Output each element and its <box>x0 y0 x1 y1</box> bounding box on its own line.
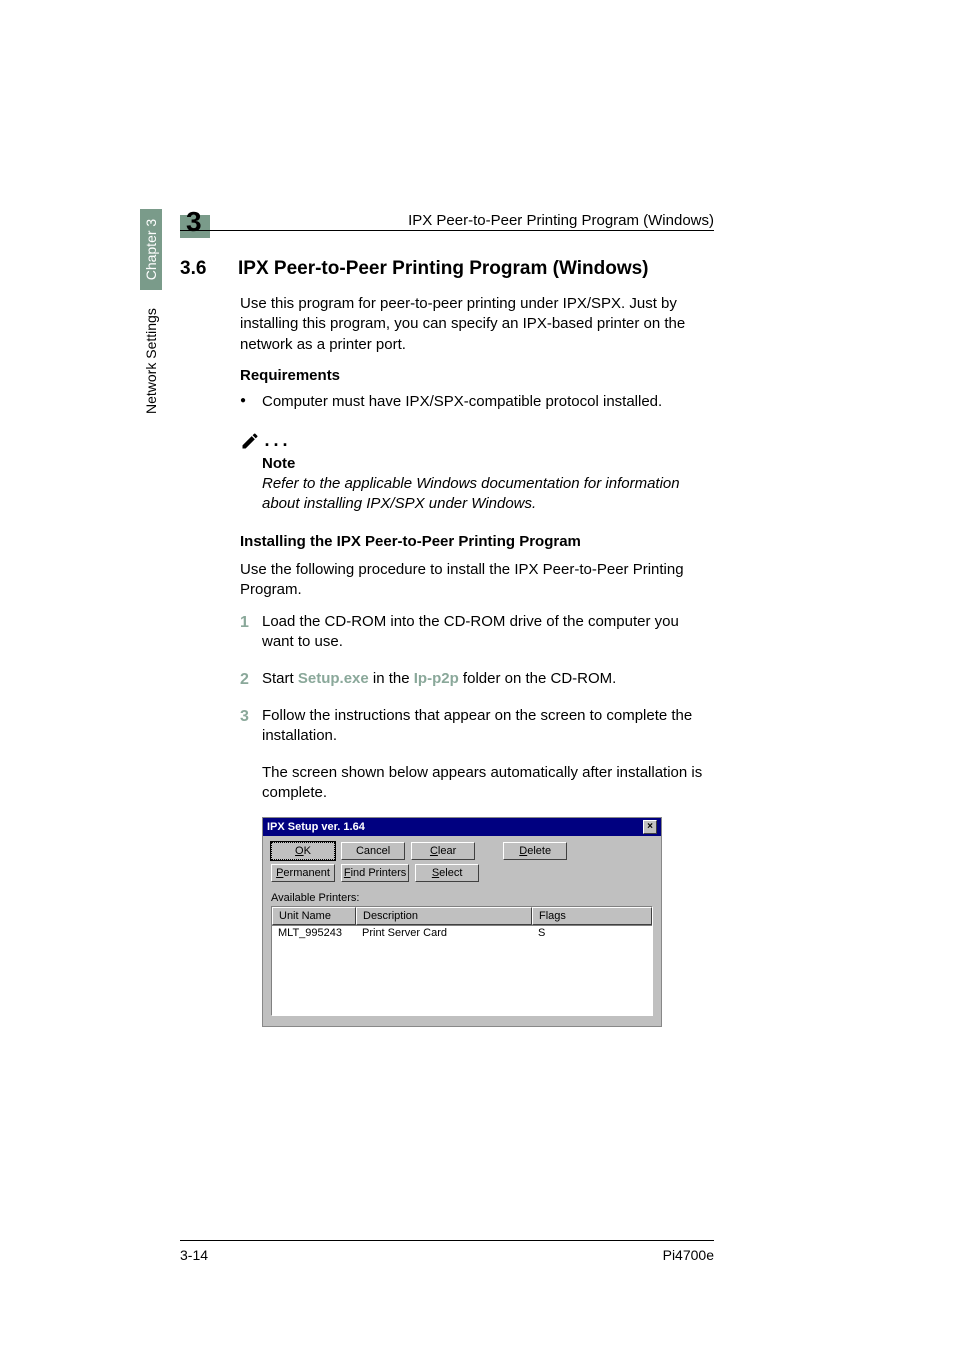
col-unit-name[interactable]: Unit Name <box>272 907 356 925</box>
step-2: 2 Start Setup.exe in the Ip-p2p folder o… <box>240 669 714 691</box>
cancel-button[interactable]: Cancel <box>341 842 405 860</box>
product-name: Pi4700e <box>663 1247 714 1263</box>
step-1: 1 Load the CD-ROM into the CD-ROM drive … <box>240 612 714 653</box>
step-number: 3 <box>240 706 262 747</box>
col-description[interactable]: Description <box>356 907 532 925</box>
section-number: 3.6 <box>180 258 238 280</box>
step-text: Follow the instructions that appear on t… <box>262 706 714 747</box>
note-dots: ... <box>264 430 291 450</box>
footer-rule <box>180 1240 714 1241</box>
install-heading: Installing the IPX Peer-to-Peer Printing… <box>240 533 714 550</box>
dialog-screenshot: IPX Setup ver. 1.64 × OK Cancel Clear De… <box>262 817 662 1027</box>
listview-header: Unit Name Description Flags <box>272 907 652 926</box>
step-followup: The screen shown below appears automatic… <box>262 763 714 804</box>
dialog-titlebar: IPX Setup ver. 1.64 × <box>263 818 661 836</box>
list-item[interactable]: MLT_995243 Print Server Card S <box>272 926 652 940</box>
step-3: 3 Follow the instructions that appear on… <box>240 706 714 747</box>
select-button[interactable]: Select <box>415 864 479 882</box>
step-text-frag: folder on the CD-ROM. <box>459 670 617 687</box>
intro-paragraph: Use this program for peer-to-peer printi… <box>240 294 714 355</box>
step-number: 1 <box>240 612 262 653</box>
permanent-button[interactable]: Permanent <box>271 864 335 882</box>
requirements-heading: Requirements <box>240 367 714 384</box>
available-printers-label: Available Printers: <box>271 892 653 904</box>
note-block: ... Note Refer to the applicable Windows… <box>240 430 714 515</box>
keyword-setupexe: Setup.exe <box>298 670 369 687</box>
delete-button[interactable]: Delete <box>503 842 567 860</box>
step-text: Load the CD-ROM into the CD-ROM drive of… <box>262 612 714 653</box>
note-body: Refer to the applicable Windows document… <box>262 474 714 515</box>
step-number: 2 <box>240 669 262 691</box>
requirement-item: Computer must have IPX/SPX-compatible pr… <box>240 392 714 412</box>
step-text-frag: Start <box>262 670 298 687</box>
printers-listview[interactable]: Unit Name Description Flags MLT_995243 P… <box>271 906 653 1016</box>
cell-desc: Print Server Card <box>356 926 532 940</box>
ordered-steps: 1 Load the CD-ROM into the CD-ROM drive … <box>240 612 714 747</box>
side-tab: Network Settings Chapter 3 <box>140 209 162 420</box>
section-heading: 3.6IPX Peer-to-Peer Printing Program (Wi… <box>180 258 714 280</box>
cell-flags: S <box>532 926 652 940</box>
page-number: 3-14 <box>180 1247 208 1263</box>
side-tab-section: Network Settings <box>140 302 162 420</box>
note-label: Note <box>262 455 714 472</box>
section-title: IPX Peer-to-Peer Printing Program (Windo… <box>238 258 649 279</box>
close-icon[interactable]: × <box>643 820 657 834</box>
find-printers-button[interactable]: Find Printers <box>341 864 409 882</box>
step-text: Start Setup.exe in the Ip-p2p folder on … <box>262 669 714 691</box>
step-text-frag: in the <box>369 670 414 687</box>
running-header: IPX Peer-to-Peer Printing Program (Windo… <box>408 212 714 229</box>
col-flags[interactable]: Flags <box>532 907 652 925</box>
header-rule <box>180 230 714 231</box>
pencil-icon <box>240 431 260 451</box>
dialog-title: IPX Setup ver. 1.64 <box>267 821 643 833</box>
install-intro: Use the following procedure to install t… <box>240 560 714 601</box>
ok-button[interactable]: OK <box>271 842 335 860</box>
keyword-folder: Ip-p2p <box>414 670 459 687</box>
cell-unit: MLT_995243 <box>272 926 356 940</box>
side-tab-chapter: Chapter 3 <box>140 209 162 290</box>
chapter-number: 3 <box>186 206 202 238</box>
clear-button[interactable]: Clear <box>411 842 475 860</box>
